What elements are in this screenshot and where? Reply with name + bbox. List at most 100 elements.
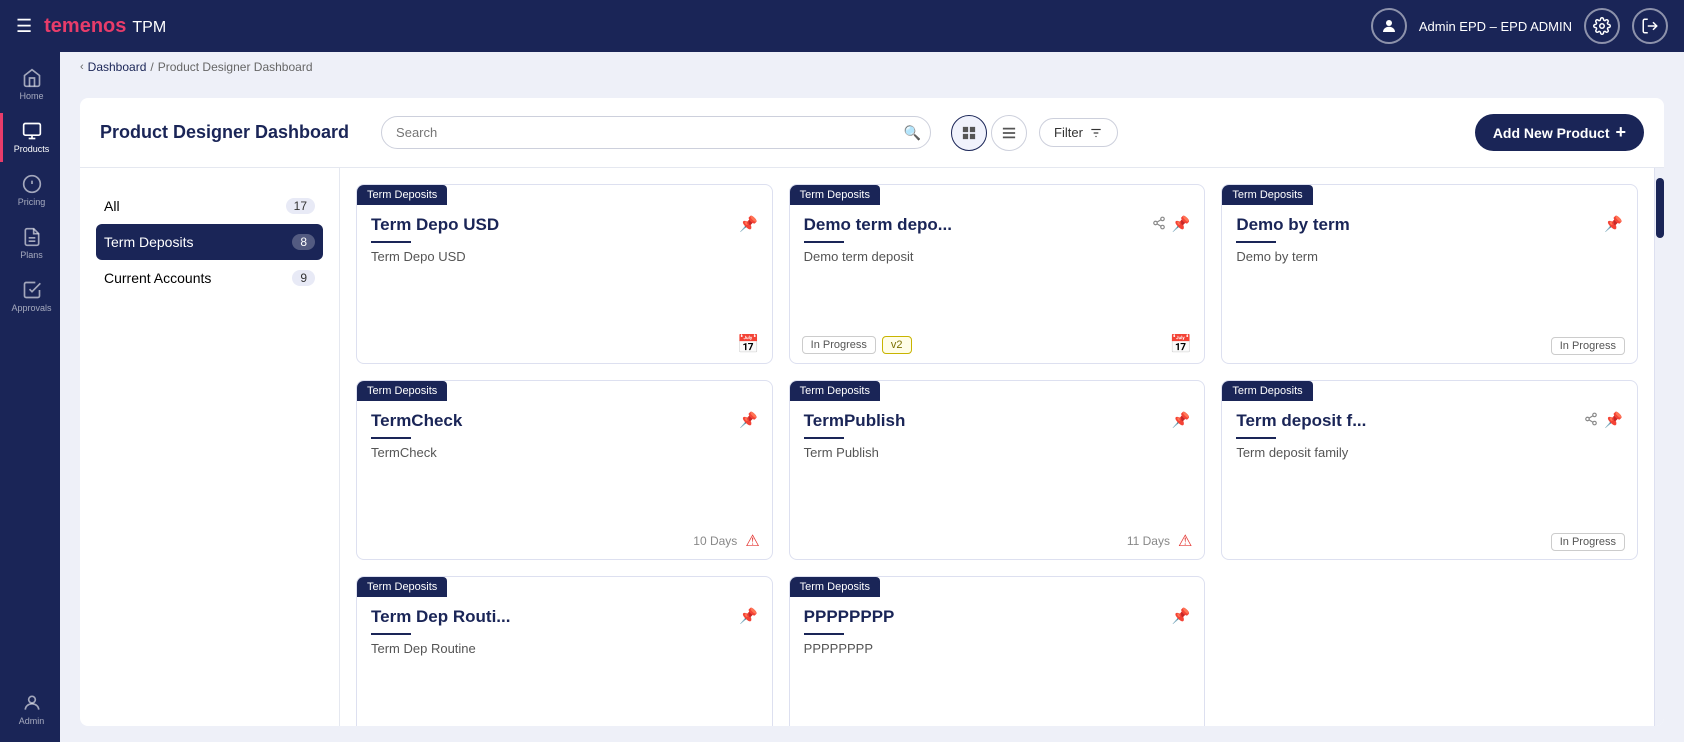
main: ‹ Dashboard / Product Designer Dashboard… [60, 52, 1684, 742]
cards-area: Term Deposits Term Depo USD 📌 Term Depo … [340, 168, 1654, 726]
card-title: Demo by term [1236, 215, 1349, 235]
card-divider [1236, 241, 1276, 243]
sidebar-item-plans[interactable]: Plans [0, 219, 60, 268]
card-header-row: TermCheck 📌 [371, 411, 758, 431]
card-header-row: TermPublish 📌 [804, 411, 1191, 431]
card-desc: Term Depo USD [371, 249, 758, 318]
in-progress-badge: In Progress [1551, 533, 1625, 551]
list-view-button[interactable] [991, 115, 1027, 151]
share-icon[interactable] [1584, 412, 1598, 429]
breadcrumb-current: Product Designer Dashboard [158, 60, 313, 74]
card-desc: Demo term deposit [804, 249, 1191, 318]
card-pppppppp[interactable]: Term Deposits PPPPPPPP 📌 PPPPPPPP [789, 576, 1206, 726]
card-footer: In Progress [1222, 527, 1637, 559]
card-termpublish[interactable]: Term Deposits TermPublish 📌 Term Publish… [789, 380, 1206, 560]
card-divider [1236, 437, 1276, 439]
v2-badge: v2 [882, 336, 912, 354]
card-body: Term deposit f... 📌 Term deposit family [1222, 401, 1637, 527]
sidebar-products-label: Products [14, 144, 50, 154]
sidebar-admin-label: Admin [19, 716, 45, 726]
pin-icon[interactable]: 📌 [1604, 215, 1623, 233]
filter-all[interactable]: All 17 [96, 188, 323, 224]
search-input[interactable] [381, 116, 931, 149]
card-tag: Term Deposits [790, 185, 880, 205]
sidebar-item-pricing[interactable]: Pricing [0, 166, 60, 215]
settings-icon[interactable] [1584, 8, 1620, 44]
days-text: 11 Days [1127, 534, 1170, 548]
card-title: Demo term depo... [804, 215, 952, 235]
card-term-depo-usd[interactable]: Term Deposits Term Depo USD 📌 Term Depo … [356, 184, 773, 364]
layout: Home Products Pricing Plans Approvals Ad… [0, 52, 1684, 742]
page-title: Product Designer Dashboard [100, 122, 349, 143]
card-divider [371, 241, 411, 243]
hamburger-icon[interactable]: ☰ [16, 16, 32, 37]
card-term-deposit-family[interactable]: Term Deposits Term deposit f... 📌 [1221, 380, 1638, 560]
filter-label: Filter [1054, 125, 1083, 140]
pin-icon[interactable]: 📌 [739, 607, 758, 625]
filter-current-label: Current Accounts [104, 270, 211, 286]
calendar-icon: 📅 [737, 334, 759, 355]
warning-icon: ⚠ [1178, 531, 1192, 551]
filter-current-accounts[interactable]: Current Accounts 9 [96, 260, 323, 296]
sidebar-item-products[interactable]: Products [0, 113, 60, 162]
sidebar-item-home[interactable]: Home [0, 60, 60, 109]
pin-icon[interactable]: 📌 [1172, 607, 1191, 625]
card-term-dep-routine[interactable]: Term Deposits Term Dep Routi... 📌 Term D… [356, 576, 773, 726]
filter-term-label: Term Deposits [104, 234, 193, 250]
card-demo-by-term[interactable]: Term Deposits Demo by term 📌 Demo by ter… [1221, 184, 1638, 364]
card-termcheck[interactable]: Term Deposits TermCheck 📌 TermCheck 10 D… [356, 380, 773, 560]
card-title: Term Dep Routi... [371, 607, 510, 627]
vertical-scrollbar[interactable] [1654, 168, 1664, 726]
logout-icon[interactable] [1632, 8, 1668, 44]
pin-icon[interactable]: 📌 [1172, 411, 1191, 429]
card-title: TermCheck [371, 411, 462, 431]
card-desc: PPPPPPPP [804, 641, 1191, 726]
grid-view-button[interactable] [951, 115, 987, 151]
card-body: Term Depo USD 📌 Term Depo USD [357, 205, 772, 328]
filter-all-count: 17 [286, 198, 315, 214]
card-title: TermPublish [804, 411, 906, 431]
card-tag: Term Deposits [790, 381, 880, 401]
card-tag: Term Deposits [1222, 381, 1312, 401]
card-desc: Demo by term [1236, 249, 1623, 321]
card-footer: 10 Days ⚠ [357, 525, 772, 559]
filter-all-label: All [104, 198, 120, 214]
card-footer: 📅 [357, 328, 772, 363]
card-tag: Term Deposits [357, 381, 447, 401]
scroll-thumb [1656, 178, 1664, 238]
days-text: 10 Days [693, 534, 737, 548]
breadcrumb: ‹ Dashboard / Product Designer Dashboard [60, 52, 1684, 82]
sidebar-item-approvals[interactable]: Approvals [0, 272, 60, 321]
filter-term-deposits[interactable]: Term Deposits 8 [96, 224, 323, 260]
card-divider [804, 241, 844, 243]
breadcrumb-home-link[interactable]: Dashboard [88, 60, 147, 74]
card-footer: In Progress [1222, 331, 1637, 363]
pin-icon[interactable]: 📌 [1172, 215, 1191, 233]
sidebar: Home Products Pricing Plans Approvals Ad… [0, 52, 60, 742]
card-body: Term Dep Routi... 📌 Term Dep Routine [357, 597, 772, 726]
pin-icon[interactable]: 📌 [739, 411, 758, 429]
user-avatar-icon[interactable] [1371, 8, 1407, 44]
search-box: 🔍 [381, 116, 931, 149]
search-icon: 🔍 [904, 124, 921, 141]
card-desc: Term Publish [804, 445, 1191, 515]
pin-icon[interactable]: 📌 [1604, 411, 1623, 429]
add-new-label: Add New Product [1493, 125, 1610, 141]
card-title: Term Depo USD [371, 215, 499, 235]
sidebar-pricing-label: Pricing [18, 197, 46, 207]
card-header-row: PPPPPPPP 📌 [804, 607, 1191, 627]
card-tag: Term Deposits [357, 185, 447, 205]
user-label: Admin EPD – EPD ADMIN [1419, 19, 1572, 34]
nav-left: ☰ temenos TPM [16, 15, 166, 38]
card-tag: Term Deposits [357, 577, 447, 597]
add-new-product-button[interactable]: Add New Product + [1475, 114, 1644, 151]
sidebar-item-admin[interactable]: Admin [0, 685, 60, 734]
card-desc: Term Dep Routine [371, 641, 758, 726]
share-icon[interactable] [1152, 216, 1166, 233]
card-body: TermPublish 📌 Term Publish [790, 401, 1205, 525]
card-demo-term-depo[interactable]: Term Deposits Demo term depo... 📌 [789, 184, 1206, 364]
sidebar-plans-label: Plans [20, 250, 43, 260]
pin-icon[interactable]: 📌 [739, 215, 758, 233]
dashboard-header: Product Designer Dashboard 🔍 Filter [80, 98, 1664, 168]
filter-button[interactable]: Filter [1039, 118, 1118, 147]
